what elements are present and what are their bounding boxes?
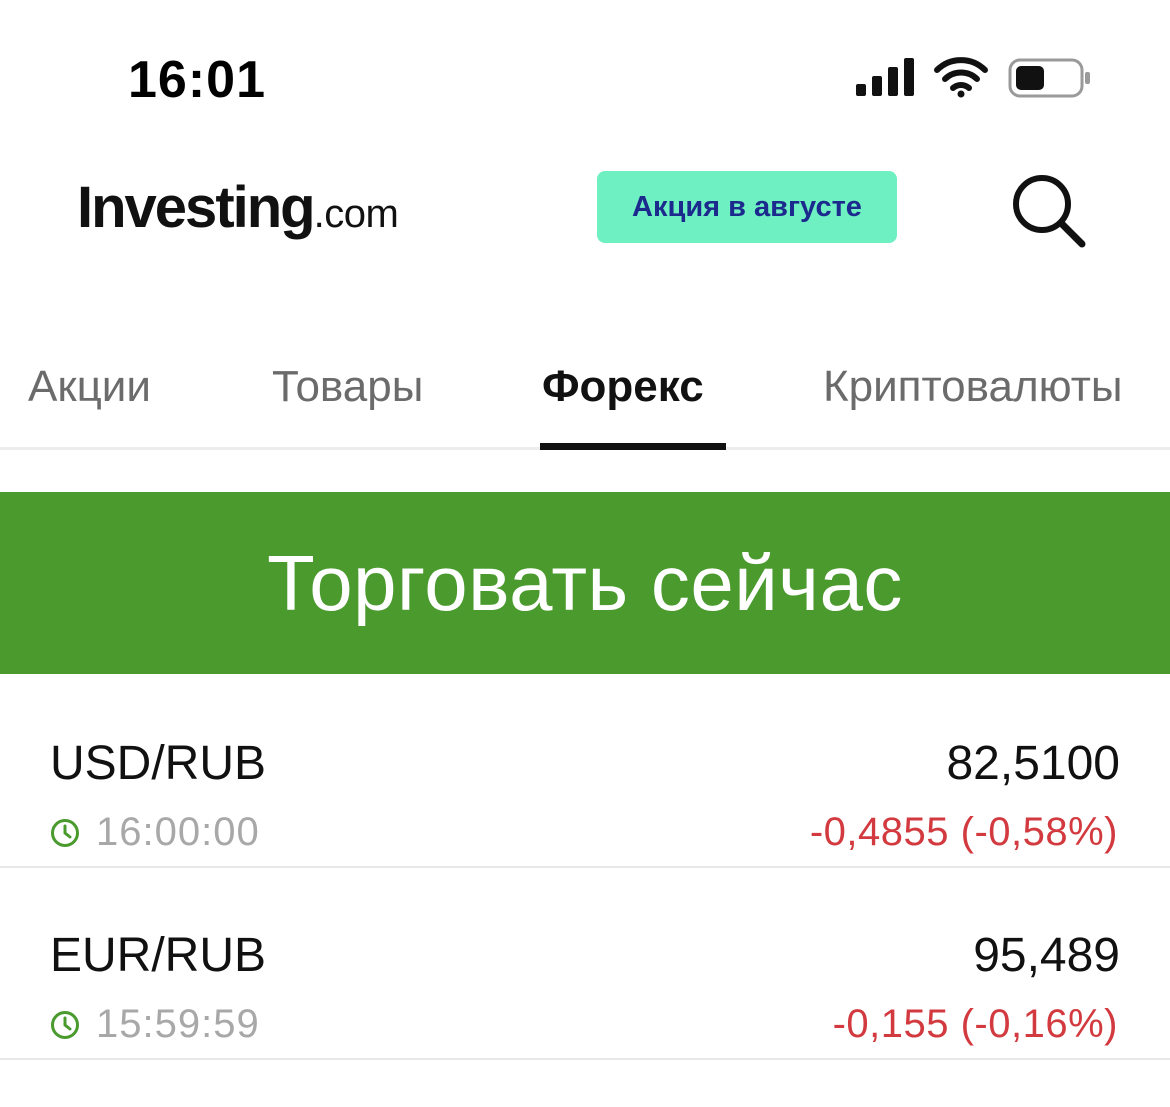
trade-now-banner[interactable]: Торговать сейчас xyxy=(0,492,1170,674)
price-change: -0,155 (-0,16%) xyxy=(832,1002,1118,1046)
app-header: Investing .com Акция в августе xyxy=(0,150,1170,280)
clock-icon xyxy=(51,1010,79,1039)
price-value: 82,5100 xyxy=(946,737,1120,790)
logo-main-text: Investing xyxy=(77,175,316,240)
clock-icon xyxy=(51,818,79,847)
quote-time: 16:00:00 xyxy=(50,810,260,855)
category-tabs: Акции Товары Форекс Криптовалюты xyxy=(0,340,1170,450)
pair-name: EUR/RUB xyxy=(50,929,267,982)
promo-button[interactable]: Акция в августе xyxy=(597,171,897,243)
quote-time: 15:59:59 xyxy=(50,1002,260,1047)
pair-name: USD/RUB xyxy=(50,737,267,790)
time-text: 16:00:00 xyxy=(96,810,260,854)
quotes-list: USD/RUB 16:00:00 82,5100 -0,4855 (-0,58%… xyxy=(0,676,1170,1060)
investing-logo[interactable]: Investing .com xyxy=(77,174,399,244)
cellular-signal-icon xyxy=(856,58,914,96)
tab-stocks[interactable]: Акции xyxy=(28,362,151,412)
trade-now-label: Торговать сейчас xyxy=(267,538,903,627)
tab-forex[interactable]: Форекс xyxy=(542,362,704,412)
active-tab-indicator xyxy=(540,443,726,450)
list-item[interactable]: USD/RUB 16:00:00 82,5100 -0,4855 (-0,58%… xyxy=(0,676,1170,868)
price-change: -0,4855 (-0,58%) xyxy=(809,810,1118,854)
tab-commodities[interactable]: Товары xyxy=(272,362,423,412)
price-value: 95,489 xyxy=(973,929,1120,982)
wifi-icon xyxy=(934,57,988,98)
tab-crypto[interactable]: Криптовалюты xyxy=(823,362,1122,412)
logo-suffix-text: .com xyxy=(313,192,399,236)
status-bar: 16:01 xyxy=(0,0,1170,150)
battery-icon xyxy=(1008,58,1090,98)
list-item[interactable]: EUR/RUB 15:59:59 95,489 -0,155 (-0,16%) xyxy=(0,868,1170,1060)
time-text: 15:59:59 xyxy=(96,1002,260,1046)
status-time: 16:01 xyxy=(128,51,266,109)
search-icon[interactable] xyxy=(1008,170,1088,250)
